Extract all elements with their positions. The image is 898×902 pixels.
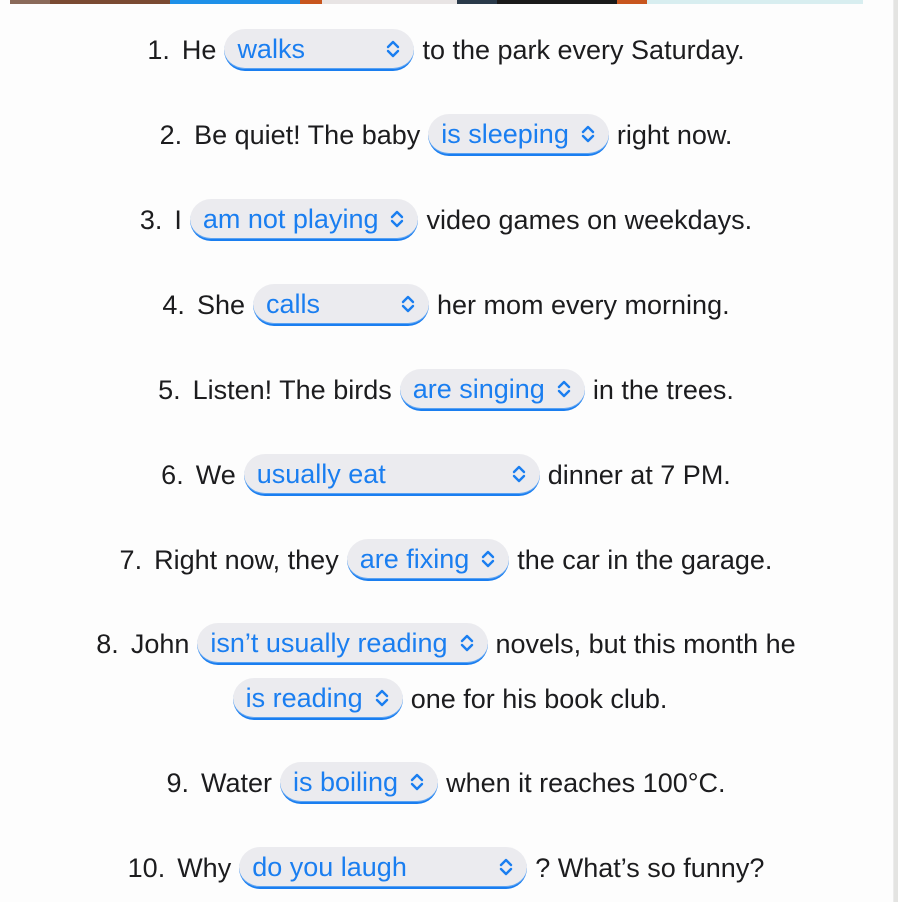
select-value: walks bbox=[237, 33, 305, 64]
exercise-2: 2. Be quiet! The baby is sleeping right … bbox=[0, 113, 892, 157]
chevron-updown-icon bbox=[482, 550, 495, 568]
select-value: is boiling bbox=[293, 766, 399, 797]
sentence-after: to the park every Saturday. bbox=[422, 34, 745, 65]
strip-segment bbox=[647, 0, 863, 4]
sentence-before: He bbox=[181, 34, 217, 65]
strip-segment bbox=[457, 0, 497, 4]
select-value: are singing bbox=[412, 373, 545, 404]
exercise-number: 8. bbox=[96, 628, 119, 659]
exercise-number: 5. bbox=[158, 374, 181, 405]
chevron-updown-icon bbox=[512, 465, 525, 483]
sentence-after: one for his book club. bbox=[410, 683, 668, 714]
answer-select[interactable]: is reading bbox=[232, 678, 403, 720]
exercise-number: 7. bbox=[119, 544, 143, 575]
sentence-before: We bbox=[195, 459, 236, 490]
chevron-updown-icon bbox=[401, 295, 415, 313]
sentence-after: ? What’s so funny? bbox=[535, 852, 765, 883]
strip-segment bbox=[322, 0, 457, 4]
exercise-7: 7. Right now, they are fixing the car in… bbox=[0, 538, 892, 582]
select-value: isn’t usually reading bbox=[210, 627, 448, 658]
chevron-updown-icon bbox=[391, 210, 404, 228]
top-image-strip bbox=[10, 0, 863, 4]
select-value: am not playing bbox=[202, 203, 379, 234]
sentence-before: Be quiet! The baby bbox=[194, 119, 421, 150]
sentence-before: She bbox=[196, 289, 245, 320]
answer-select[interactable]: calls bbox=[252, 284, 429, 326]
answer-select[interactable]: are singing bbox=[399, 369, 585, 411]
exercise-number: 6. bbox=[161, 459, 184, 490]
answer-select[interactable]: usually eat bbox=[243, 454, 540, 496]
strip-segment bbox=[170, 0, 300, 4]
answer-select[interactable]: are fixing bbox=[346, 539, 510, 581]
sentence-before: I bbox=[174, 204, 182, 235]
strip-segment bbox=[50, 0, 170, 4]
answer-select[interactable]: am not playing bbox=[189, 199, 419, 241]
select-value: is reading bbox=[245, 682, 363, 713]
answer-select[interactable]: isn’t usually reading bbox=[197, 623, 488, 665]
exercise-8: 8. John isn’t usually reading novels, bu… bbox=[0, 622, 892, 666]
chevron-updown-icon bbox=[557, 380, 571, 398]
chevron-updown-icon bbox=[460, 634, 473, 652]
exercise-4: 4. She calls her mom every morning. bbox=[0, 283, 892, 327]
exercise-number: 9. bbox=[166, 767, 189, 798]
select-value: usually eat bbox=[256, 458, 386, 489]
sentence-after: novels, but this month he bbox=[495, 628, 796, 659]
exercise-6: 6. We usually eat dinner at 7 PM. bbox=[0, 453, 892, 497]
sentence-before: Water bbox=[201, 767, 273, 798]
exercise-number: 10. bbox=[127, 852, 166, 883]
sentence-after: dinner at 7 PM. bbox=[547, 459, 731, 490]
strip-segment bbox=[497, 0, 617, 4]
select-value: calls bbox=[265, 288, 320, 319]
strip-segment bbox=[10, 0, 50, 4]
exercise-1: 1. He walks to the park every Saturday. bbox=[0, 28, 892, 72]
sentence-after: when it reaches 100°C. bbox=[446, 767, 726, 798]
select-value: is sleeping bbox=[441, 118, 569, 149]
chevron-updown-icon bbox=[410, 773, 424, 791]
exercise-10: 10. Why do you laugh ? What’s so funny? bbox=[0, 846, 892, 890]
chevron-updown-icon bbox=[500, 858, 513, 876]
exercise-3: 3. I am not playing video games on weekd… bbox=[0, 198, 892, 242]
sentence-after: the car in the garage. bbox=[517, 544, 773, 575]
chevron-updown-icon bbox=[581, 125, 595, 143]
chevron-updown-icon bbox=[375, 689, 388, 707]
strip-segment bbox=[617, 0, 647, 4]
exercise-9: 9. Water is boiling when it reaches 100°… bbox=[0, 761, 892, 805]
sentence-after: video games on weekdays. bbox=[426, 204, 753, 235]
select-value: do you laugh bbox=[252, 851, 407, 882]
exercise-8-continued: is reading one for his book club. bbox=[0, 677, 892, 721]
exercise-number: 1. bbox=[147, 34, 170, 65]
answer-select[interactable]: do you laugh bbox=[239, 847, 528, 889]
sentence-before: Right now, they bbox=[154, 544, 339, 575]
answer-select[interactable]: is sleeping bbox=[428, 114, 609, 156]
sentence-before: John bbox=[130, 628, 190, 659]
exercise-number: 3. bbox=[139, 204, 163, 235]
answer-select[interactable]: is boiling bbox=[280, 762, 439, 804]
scrollbar[interactable] bbox=[893, 0, 898, 902]
strip-segment bbox=[300, 0, 322, 4]
select-value: are fixing bbox=[359, 543, 470, 574]
answer-select[interactable]: walks bbox=[224, 29, 415, 71]
sentence-after: her mom every morning. bbox=[436, 289, 730, 320]
chevron-updown-icon bbox=[387, 40, 400, 58]
exercise-5: 5. Listen! The birds are singing in the … bbox=[0, 368, 892, 412]
exercise-number: 2. bbox=[159, 119, 183, 150]
exercise-number: 4. bbox=[162, 289, 185, 320]
sentence-after: right now. bbox=[616, 119, 733, 150]
sentence-after: in the trees. bbox=[592, 374, 734, 405]
sentence-before: Why bbox=[177, 852, 232, 883]
sentence-before: Listen! The birds bbox=[192, 374, 392, 405]
